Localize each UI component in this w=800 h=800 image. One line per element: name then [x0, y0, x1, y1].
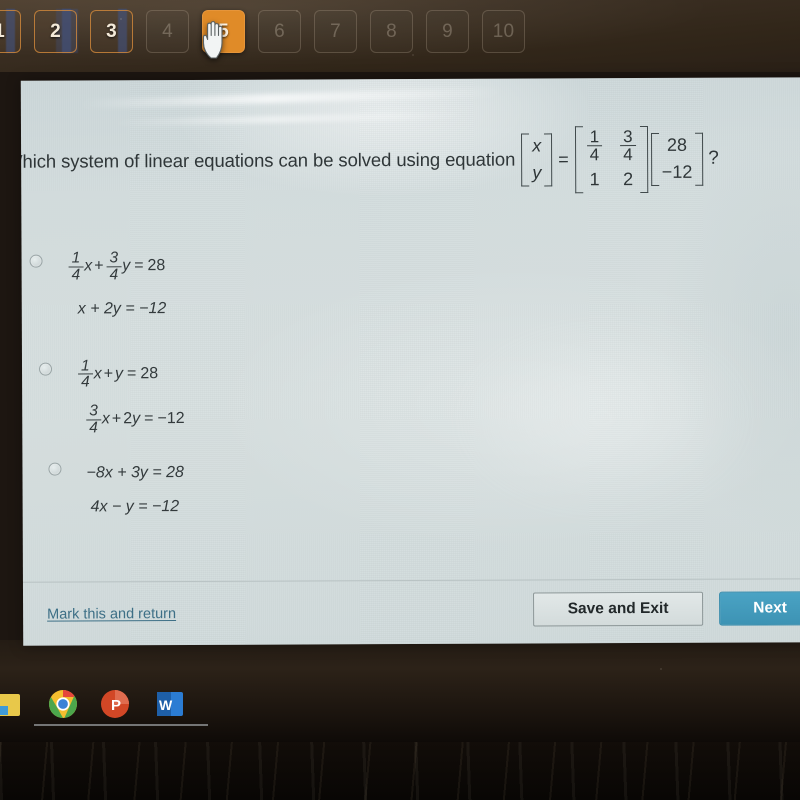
dust-speck [296, 10, 298, 12]
equals-sign: = [558, 149, 569, 170]
fraction-numerator: 1 [71, 249, 81, 267]
question-statement: Which system of linear equations can be … [21, 126, 719, 196]
constant-bottom: −12 [661, 162, 693, 183]
equals: = [126, 365, 137, 383]
fraction-numerator: 3 [109, 249, 119, 267]
variable: x [93, 365, 102, 383]
mark-this-and-return-link[interactable]: Mark this and return [47, 606, 176, 623]
constant-top: 28 [666, 135, 687, 156]
answer-option-3[interactable]: −8x + 3y = 28 4x − y = −12 [30, 459, 450, 521]
coefficient-matrix: 1 4 1 3 4 2 [575, 126, 648, 193]
fraction-numerator: 3 [623, 127, 633, 147]
pagination-tab-3[interactable]: 3 [90, 10, 133, 53]
constant-vector: 28 −12 [651, 133, 704, 186]
matrix-cell-r1c1: 1 4 [586, 127, 604, 165]
matrix-cell-r1c2: 3 4 [619, 127, 637, 164]
svg-text:P: P [111, 697, 121, 714]
quiz-screen: Which system of linear equations can be … [20, 77, 800, 646]
tab-label: 8 [386, 20, 397, 42]
tab-label: 2 [50, 20, 61, 42]
tab-label: 4 [162, 20, 173, 42]
tab-label: 10 [492, 20, 515, 42]
chrome-icon[interactable] [48, 689, 78, 719]
right-hand-side: −12 [157, 410, 185, 428]
operator: + [111, 410, 122, 428]
tab-label: 7 [330, 20, 341, 42]
matrix-cell-r2c2: 2 [623, 169, 634, 190]
powerpoint-icon[interactable]: P [100, 689, 130, 719]
matrix-cell-r2c1: 1 [589, 169, 600, 190]
app-running-indicator [34, 724, 92, 726]
right-hand-side: 28 [140, 365, 159, 383]
answer-options: 1 4 x + 3 4 y = 28 x + 2y = −12 1 4 x + … [29, 249, 451, 549]
variable: x [101, 410, 110, 428]
svg-text:W: W [159, 697, 173, 713]
equals: = [144, 410, 154, 428]
fraction-numerator: 1 [589, 127, 600, 147]
fraction-denominator: 4 [86, 419, 101, 436]
app-running-indicator [92, 724, 150, 726]
tab-label: 9 [442, 20, 453, 42]
variable: y [114, 365, 124, 383]
tab-label: 6 [274, 20, 285, 42]
quiz-footer: Mark this and return Save and Exit Next [22, 578, 800, 646]
save-and-exit-button[interactable]: Save and Exit [533, 591, 704, 627]
matrix-equation: x y = 1 4 1 3 4 2 28 −12 ? [521, 126, 719, 194]
option-3-equation-1: −8x + 3y = 28 [86, 463, 184, 482]
pagination-tab-7: 7 [314, 10, 357, 53]
fraction-denominator: 4 [68, 266, 84, 283]
laptop-keyboard [0, 742, 800, 800]
app-running-indicator [150, 724, 208, 726]
pagination-tab-4: 4 [146, 10, 189, 53]
pagination-tab-1[interactable]: 1 [0, 10, 21, 53]
variable: y [132, 410, 141, 428]
dust-speck [660, 668, 662, 670]
operator: + [103, 365, 114, 383]
operator: + [94, 257, 104, 275]
fraction-denominator: 4 [620, 145, 636, 164]
question-prompt-text: Which system of linear equations can be … [20, 148, 516, 173]
right-hand-side: 28 [147, 257, 166, 275]
word-icon[interactable]: W [155, 689, 185, 719]
fraction-numerator: 3 [89, 402, 98, 420]
pagination-tab-2[interactable]: 2 [34, 10, 77, 53]
notepad-icon[interactable] [0, 690, 22, 720]
question-mark: ? [708, 148, 719, 170]
option-3-equation-2: 4x − y = −12 [90, 497, 180, 516]
question-pagination: 1 2 3 4 5 6 7 8 9 10 [0, 7, 546, 59]
option-2-equation-1: 1 4 x + y = 28 [77, 356, 450, 391]
radio-button-option-1[interactable] [29, 254, 43, 268]
pagination-tab-6: 6 [258, 10, 301, 53]
radio-button-option-3[interactable] [48, 462, 62, 476]
fraction-denominator: 4 [78, 373, 93, 391]
next-button[interactable]: Next [719, 591, 800, 626]
pagination-tab-10: 10 [482, 10, 525, 53]
fraction-denominator: 4 [106, 266, 122, 283]
pagination-tab-8: 8 [370, 10, 413, 53]
vector-y: y [532, 162, 542, 183]
vector-x: x [532, 135, 542, 156]
taskbar: P W [0, 688, 800, 734]
variable-vector: x y [521, 133, 552, 186]
fraction-denominator: 4 [586, 145, 603, 165]
tab-label: 1 [0, 21, 5, 43]
fraction-numerator: 1 [80, 357, 90, 375]
tab-label: 3 [106, 20, 117, 42]
equals: = [134, 257, 144, 275]
coefficient: 2 [123, 410, 133, 428]
dust-speck [120, 18, 122, 20]
answer-option-1[interactable]: 1 4 x + 3 4 y = 28 x + 2y = −12 [29, 249, 450, 322]
hand-pointer-cursor [202, 21, 223, 59]
answer-option-2[interactable]: 1 4 x + y = 28 3 4 x + 2 y = −12 [30, 356, 450, 436]
pagination-tab-9: 9 [426, 10, 469, 53]
option-2-equation-2: 3 4 x + 2 y = −12 [77, 402, 450, 436]
variable: y [122, 257, 131, 275]
option-1-equation-2: x + 2y = −12 [77, 299, 167, 318]
radio-button-option-2[interactable] [38, 362, 53, 376]
laptop-photo: 1 2 3 4 5 6 7 8 9 10 Which system of lin… [0, 0, 800, 800]
variable: x [84, 257, 93, 275]
option-1-equation-1: 1 4 x + 3 4 y = 28 [68, 249, 450, 283]
dust-speck [412, 54, 414, 56]
